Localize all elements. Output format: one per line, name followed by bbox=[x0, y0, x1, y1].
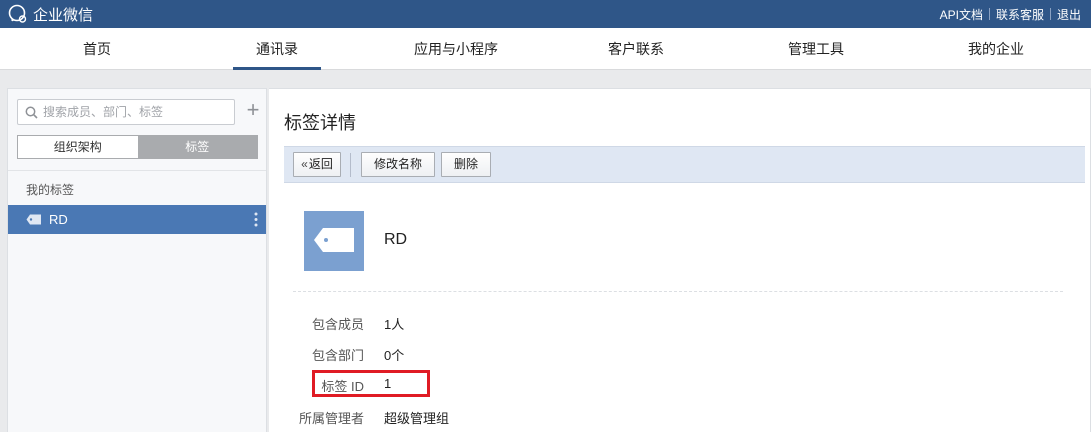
divider bbox=[350, 153, 351, 177]
nav-home[interactable]: 首页 bbox=[22, 28, 172, 70]
tab-org-structure[interactable]: 组织架构 bbox=[18, 136, 138, 158]
add-button[interactable]: + bbox=[243, 99, 263, 121]
tag-id-highlight-box bbox=[312, 370, 430, 397]
brand[interactable]: 企业微信 bbox=[7, 3, 93, 25]
admin-label: 所属管理者 bbox=[298, 411, 364, 426]
nav-management-tools[interactable]: 管理工具 bbox=[741, 28, 891, 70]
divider bbox=[8, 170, 266, 171]
my-tags-heading: 我的标签 bbox=[26, 183, 75, 197]
tag-icon bbox=[26, 214, 41, 225]
rename-button[interactable]: 修改名称 bbox=[361, 152, 435, 177]
page-title: 标签详情 bbox=[284, 113, 356, 133]
search-icon bbox=[25, 106, 38, 119]
top-links: API文档 联系客服 退出 bbox=[934, 0, 1087, 28]
back-button[interactable]: «返回 bbox=[293, 152, 341, 177]
departments-value: 0个 bbox=[384, 348, 405, 363]
back-button-label: 返回 bbox=[308, 157, 333, 171]
contact-support-link[interactable]: 联系客服 bbox=[990, 6, 1050, 23]
nav-my-enterprise[interactable]: 我的企业 bbox=[921, 28, 1071, 70]
nav-contacts[interactable]: 通讯录 bbox=[233, 28, 321, 70]
tag-icon bbox=[314, 228, 354, 252]
sidebar-item-tag-rd[interactable]: RD bbox=[8, 205, 266, 234]
admin-value: 超级管理组 bbox=[384, 411, 450, 426]
nav-customer-contact[interactable]: 客户联系 bbox=[561, 28, 711, 70]
sidebar-tabs: 组织架构 标签 bbox=[17, 135, 258, 159]
search-input[interactable] bbox=[43, 103, 228, 121]
more-options-icon[interactable] bbox=[254, 211, 258, 228]
search-box[interactable] bbox=[17, 99, 235, 125]
top-bar: 企业微信 API文档 联系客服 退出 bbox=[0, 0, 1091, 28]
members-label: 包含成员 bbox=[311, 317, 364, 332]
brand-name: 企业微信 bbox=[33, 6, 94, 24]
tab-tags[interactable]: 标签 bbox=[137, 136, 257, 158]
sidebar-item-label: RD bbox=[49, 212, 68, 227]
tag-name: RD bbox=[384, 231, 408, 248]
toolbar: «返回 修改名称 删除 bbox=[284, 146, 1085, 183]
tag-avatar bbox=[304, 211, 364, 271]
divider bbox=[293, 291, 1063, 292]
nav-apps[interactable]: 应用与小程序 bbox=[381, 28, 531, 70]
delete-button[interactable]: 删除 bbox=[441, 152, 491, 177]
tag-detail-panel: 标签详情 «返回 修改名称 删除 RD 包含成员 1人 包含部门 0个 标签 I… bbox=[269, 88, 1091, 432]
departments-label: 包含部门 bbox=[311, 348, 364, 363]
wecom-logo-icon bbox=[8, 4, 27, 23]
members-value: 1人 bbox=[384, 317, 405, 332]
logout-link[interactable]: 退出 bbox=[1051, 6, 1087, 23]
double-chevron-left-icon: « bbox=[301, 157, 308, 171]
api-docs-link[interactable]: API文档 bbox=[934, 6, 989, 23]
main-nav: 首页 通讯录 应用与小程序 客户联系 管理工具 我的企业 bbox=[0, 28, 1091, 70]
sidebar: + 组织架构 标签 我的标签 RD bbox=[7, 88, 267, 432]
